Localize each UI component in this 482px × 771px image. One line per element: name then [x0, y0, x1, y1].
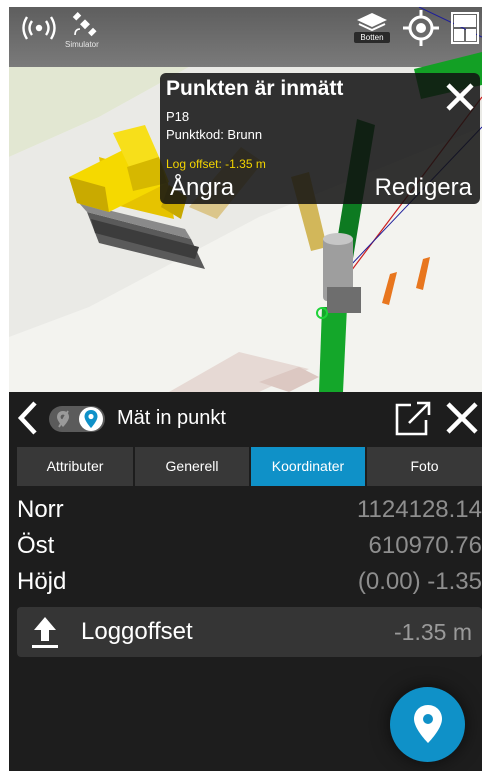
coord-label: Norr — [17, 496, 64, 523]
app-screen: Simulator Botten Punkten är inmätt P18 P… — [9, 7, 482, 771]
log-offset-text: Log offset: -1.35 m — [166, 157, 266, 171]
map-3d-view[interactable]: Simulator Botten Punkten är inmätt P18 P… — [9, 7, 482, 392]
log-offset-value: -1.35 m — [394, 619, 472, 645]
edit-button[interactable]: Redigera — [375, 174, 472, 202]
coord-label: Öst — [17, 532, 55, 559]
satellite-icon[interactable] — [71, 11, 99, 39]
coord-row-hojd: Höjd (0.00) -1.35 — [17, 568, 482, 604]
layout-icon[interactable] — [450, 11, 480, 45]
point-measured-popup: Punkten är inmätt P18 Punktkod: Brunn Lo… — [160, 73, 480, 204]
back-arrow-icon[interactable] — [15, 400, 41, 436]
coord-value: 1124128.14 — [356, 496, 482, 523]
panel-tabs: Attributer Generell Koordinater Foto — [17, 447, 482, 486]
panel-close-icon[interactable] — [445, 401, 479, 435]
gnss-signal-icon[interactable] — [21, 13, 57, 43]
coord-label: Höjd — [17, 568, 67, 595]
coord-row-ost: Öst 610970.76 — [17, 532, 482, 568]
tab-foto[interactable]: Foto — [367, 447, 482, 486]
location-target-icon[interactable] — [402, 9, 440, 47]
map-pin-icon — [414, 705, 442, 743]
log-offset-label: Loggoffset — [81, 618, 193, 645]
coord-value: (0.00) -1.35 — [357, 568, 482, 595]
tab-koordinater[interactable]: Koordinater — [251, 447, 365, 486]
location-mode-toggle[interactable] — [49, 406, 105, 432]
point-code: Punktkod: Brunn — [166, 127, 263, 142]
measure-point-panel: Mät in punkt Attributer Generell Koordin… — [9, 392, 482, 771]
manhole-top — [323, 233, 353, 245]
tab-attributer[interactable]: Attributer — [17, 447, 133, 486]
manhole-base — [327, 287, 361, 313]
map-pin-icon — [84, 410, 98, 428]
open-external-icon[interactable] — [393, 400, 433, 438]
measure-point-fab[interactable] — [390, 687, 465, 762]
point-name: P18 — [166, 109, 190, 124]
map-pin-off-icon — [57, 410, 69, 428]
log-offset-row[interactable]: Loggoffset -1.35 m — [17, 607, 482, 657]
popup-close-icon[interactable] — [444, 81, 476, 113]
undo-button[interactable]: Ångra — [170, 174, 234, 202]
popup-title: Punkten är inmätt — [166, 77, 344, 100]
simulator-label: Simulator — [65, 40, 99, 49]
tab-generell[interactable]: Generell — [135, 447, 249, 486]
layers-label: Botten — [354, 32, 390, 43]
panel-title: Mät in punkt — [117, 407, 226, 429]
green-pipe-vertical — [319, 307, 347, 392]
toggle-knob — [79, 407, 103, 431]
coord-value: 610970.76 — [368, 532, 482, 559]
upload-arrow-icon — [32, 617, 58, 648]
coord-row-norr: Norr 1124128.14 — [17, 496, 482, 532]
